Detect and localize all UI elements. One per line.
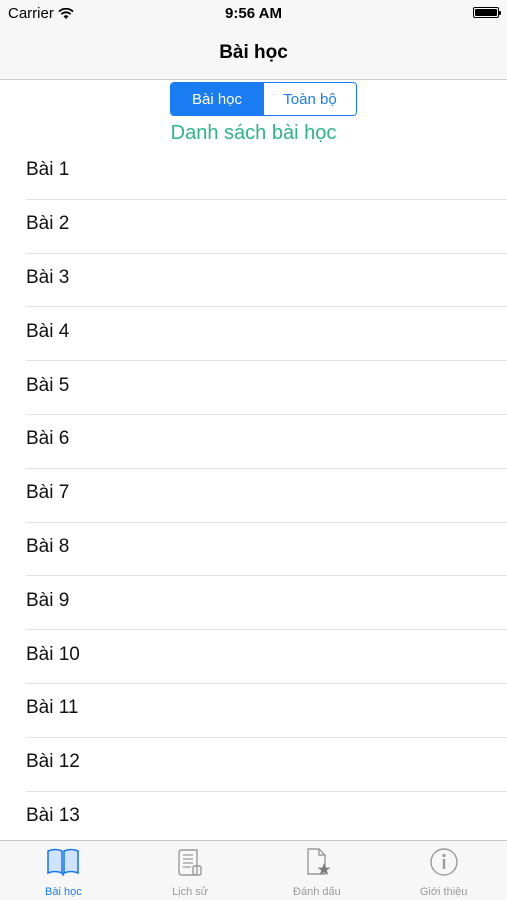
- lesson-list[interactable]: Bài 1 Bài 2 Bài 3 Bài 4 Bài 5 Bài 6 Bài 7 Bài 8…: [0, 146, 507, 840]
- tab-label-history: Lịch sử: [172, 886, 209, 898]
- lesson-row[interactable]: Bài 11: [26, 684, 507, 738]
- lesson-label: Bài 6: [26, 428, 70, 450]
- lesson-row[interactable]: Bài 6: [26, 415, 507, 469]
- lesson-label: Bài 13: [26, 804, 80, 826]
- lesson-label: Bài 8: [26, 535, 70, 557]
- navigation-bar: Bài học: [0, 28, 507, 80]
- open-book-icon: [47, 848, 80, 877]
- tab-label-lessons: Bài học: [45, 886, 82, 898]
- lesson-row[interactable]: Bài 3: [26, 254, 507, 308]
- lesson-row[interactable]: Bài 5: [26, 361, 507, 415]
- status-bar: Carrier 9:56 AM: [0, 0, 507, 28]
- lesson-row[interactable]: Bài 2: [26, 200, 507, 254]
- lesson-label: Bài 11: [26, 697, 79, 719]
- lesson-label: Bài 7: [26, 482, 70, 504]
- lesson-label: Bài 2: [26, 213, 70, 235]
- lesson-label: Bài 10: [26, 643, 80, 665]
- lesson-row[interactable]: Bài 9: [26, 576, 507, 631]
- lesson-label: Bài 4: [26, 320, 70, 342]
- scroll-icon: [178, 849, 202, 876]
- status-time: 9:56 AM: [225, 5, 282, 22]
- lesson-row[interactable]: Bài 8: [26, 523, 507, 577]
- battery-fill: [475, 9, 497, 16]
- tab-about[interactable]: Giới thiệu: [380, 841, 507, 900]
- battery-indicator: [473, 7, 501, 18]
- tab-label-about: Giới thiệu: [419, 886, 468, 898]
- info-icon: [429, 848, 458, 876]
- page-title: Bài học: [219, 42, 288, 63]
- app-screen: Carrier 9:56 AM Bài học Bài học Toàn bộ …: [0, 0, 507, 900]
- lesson-label: Bài 12: [26, 751, 80, 773]
- lesson-label: Bài 1: [26, 159, 70, 181]
- battery-icon: [473, 7, 501, 18]
- bookmark-star-icon: [307, 848, 331, 875]
- lesson-label: Bài 5: [26, 374, 70, 396]
- lesson-label: Bài 3: [26, 266, 70, 288]
- segmented-control: Bài học Toàn bộ: [170, 82, 357, 116]
- lesson-row[interactable]: Bài 10: [26, 630, 507, 684]
- segment-lessons[interactable]: Bài học: [171, 83, 263, 115]
- lesson-row[interactable]: Bài 1: [26, 146, 507, 200]
- lesson-label: Bài 9: [26, 589, 70, 611]
- lesson-row[interactable]: Bài 7: [26, 469, 507, 523]
- tab-bar: Bài học Lịch sử Đánh dấu Giới thiệu: [0, 840, 507, 900]
- tab-history[interactable]: Lịch sử: [127, 841, 254, 900]
- lesson-row[interactable]: Bài 12: [26, 738, 507, 792]
- lesson-row[interactable]: Bài 4: [26, 307, 507, 362]
- tab-label-bookmarks: Đánh dấu: [293, 886, 341, 898]
- section-title: Danh sách bài học: [170, 122, 337, 144]
- lesson-row[interactable]: Bài 13: [26, 792, 507, 840]
- segment-all[interactable]: Toàn bộ: [263, 83, 356, 115]
- tab-bookmarks[interactable]: Đánh dấu: [254, 841, 381, 900]
- tab-lessons[interactable]: Bài học: [0, 841, 127, 900]
